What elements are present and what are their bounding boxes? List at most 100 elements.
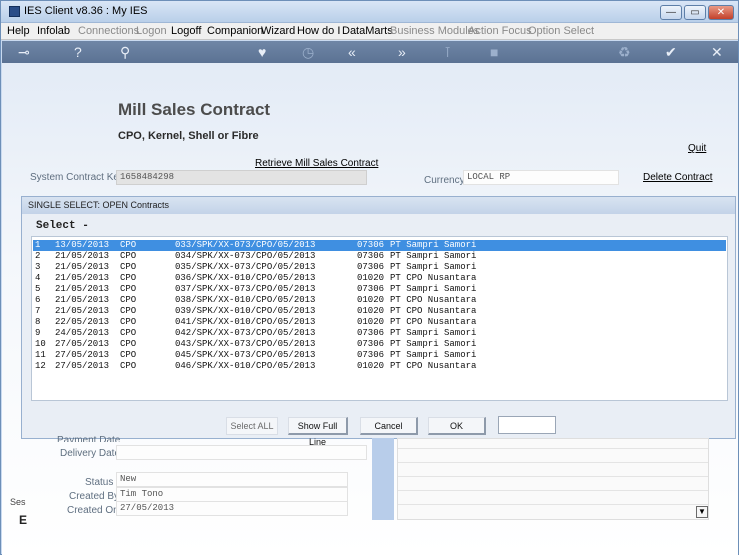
payment-date-label: Payment Date	[57, 435, 121, 442]
status-field: New	[116, 472, 348, 487]
menu-how-do-i[interactable]: How do I	[297, 25, 340, 37]
menu-business-modules[interactable]: Business Modules	[390, 25, 479, 37]
select-all-button[interactable]: Select ALL	[226, 417, 278, 435]
help-icon[interactable]: ?	[74, 43, 82, 61]
menu-logoff[interactable]: Logoff	[171, 25, 201, 37]
row-code: 01020	[357, 295, 385, 305]
row-type: CPO	[120, 262, 137, 272]
menu-wizard[interactable]: Wizard	[261, 25, 295, 37]
pin-icon[interactable]: ⊺	[444, 43, 451, 61]
retrieve-contract-link[interactable]: Retrieve Mill Sales Contract	[255, 158, 378, 169]
show-full-line-button[interactable]: Show Full Line	[288, 417, 348, 447]
row-code: 07306	[357, 328, 385, 338]
ok-button[interactable]: OK	[428, 417, 486, 435]
list-item[interactable]: 7 21/05/2013 CPO 039/SPK/XX-010/CPO/05/2…	[33, 306, 726, 317]
row-number: 9	[35, 328, 41, 338]
quit-link[interactable]: Quit	[688, 143, 706, 154]
row-party: PT CPO Nusantara	[390, 317, 477, 327]
row-code: 01020	[357, 273, 385, 283]
menu-logon[interactable]: Logon	[136, 25, 167, 37]
page-subtitle: CPO, Kernel, Shell or Fibre	[118, 130, 259, 142]
row-code: 07306	[357, 339, 385, 349]
row-type: CPO	[120, 317, 137, 327]
menu-datamarts[interactable]: DataMarts	[342, 25, 393, 37]
list-item[interactable]: 8 22/05/2013 CPO 041/SPK/XX-010/CPO/05/2…	[33, 317, 726, 328]
menu-connections[interactable]: Connections	[78, 25, 139, 37]
row-reference: 046/SPK/XX-010/CPO/05/2013	[175, 361, 316, 371]
delete-contract-link[interactable]: Delete Contract	[643, 172, 712, 183]
row-type: CPO	[120, 251, 137, 261]
status-label: Status	[85, 477, 114, 488]
row-date: 27/05/2013	[55, 339, 110, 349]
row-type: CPO	[120, 240, 137, 250]
list-item[interactable]: 2 21/05/2013 CPO 034/SPK/XX-073/CPO/05/2…	[33, 251, 726, 262]
list-item[interactable]: 10 27/05/2013 CPO 043/SPK/XX-073/CPO/05/…	[33, 339, 726, 350]
restore-button[interactable]: ▭	[684, 5, 706, 20]
list-item[interactable]: 5 21/05/2013 CPO 037/SPK/XX-073/CPO/05/2…	[33, 284, 726, 295]
check-icon[interactable]: ✔	[665, 43, 677, 61]
row-number: 5	[35, 284, 41, 294]
recycle-icon[interactable]: ♻	[618, 43, 631, 61]
dialog-header: SINGLE SELECT: OPEN Contracts	[22, 197, 735, 214]
list-item[interactable]: 6 21/05/2013 CPO 038/SPK/XX-010/CPO/05/2…	[33, 295, 726, 306]
list-item[interactable]: 1 13/05/2013 CPO 033/SPK/XX-073/CPO/05/2…	[33, 240, 726, 251]
row-type: CPO	[120, 284, 137, 294]
row-code: 01020	[357, 361, 385, 371]
list-item[interactable]: 12 27/05/2013 CPO 046/SPK/XX-010/CPO/05/…	[33, 361, 726, 372]
search-icon[interactable]: ⚲	[120, 43, 130, 61]
currency-field[interactable]: LOCAL RP	[463, 170, 619, 185]
minimize-button[interactable]: —	[660, 5, 682, 20]
delivery-date-field[interactable]	[116, 445, 367, 460]
stop-icon[interactable]: ■	[490, 43, 498, 61]
clock-icon[interactable]: ◷	[302, 43, 314, 61]
row-code: 01020	[357, 306, 385, 316]
row-number: 12	[35, 361, 46, 371]
row-date: 27/05/2013	[55, 361, 110, 371]
menu-option-select[interactable]: Option Select	[528, 25, 594, 37]
row-code: 07306	[357, 262, 385, 272]
contracts-list[interactable]: 1 13/05/2013 CPO 033/SPK/XX-073/CPO/05/2…	[31, 236, 728, 401]
menu-help[interactable]: Help	[7, 25, 30, 37]
row-date: 27/05/2013	[55, 350, 110, 360]
detail-grid[interactable]	[397, 438, 709, 520]
title-bar: IES Client v8.36 : My IES — ▭ ✕	[1, 1, 738, 23]
side-panel	[372, 438, 394, 520]
row-date: 21/05/2013	[55, 284, 110, 294]
grid-line	[398, 476, 708, 477]
heart-icon[interactable]: ♥	[258, 43, 266, 61]
system-contract-key-field[interactable]: 1658484298	[116, 170, 367, 185]
row-reference: 037/SPK/XX-073/CPO/05/2013	[175, 284, 316, 294]
menu-infolab[interactable]: Infolab	[37, 25, 70, 37]
row-date: 24/05/2013	[55, 328, 110, 338]
row-party: PT Sampri Samori	[390, 350, 477, 360]
list-item[interactable]: 4 21/05/2013 CPO 036/SPK/XX-010/CPO/05/2…	[33, 273, 726, 284]
row-date: 13/05/2013	[55, 240, 110, 250]
close-button[interactable]: ✕	[708, 5, 734, 20]
row-date: 21/05/2013	[55, 262, 110, 272]
blank-input-box[interactable]	[498, 416, 556, 434]
menu-bar: Help Infolab Connections Logon Logoff Co…	[1, 23, 738, 40]
row-type: CPO	[120, 306, 137, 316]
list-item[interactable]: 3 21/05/2013 CPO 035/SPK/XX-073/CPO/05/2…	[33, 262, 726, 273]
row-type: CPO	[120, 339, 137, 349]
row-date: 21/05/2013	[55, 295, 110, 305]
menu-companion[interactable]: Companion	[207, 25, 263, 37]
row-reference: 036/SPK/XX-010/CPO/05/2013	[175, 273, 316, 283]
list-item[interactable]: 9 24/05/2013 CPO 042/SPK/XX-073/CPO/05/2…	[33, 328, 726, 339]
row-reference: 035/SPK/XX-073/CPO/05/2013	[175, 262, 316, 272]
list-item[interactable]: 11 27/05/2013 CPO 045/SPK/XX-073/CPO/05/…	[33, 350, 726, 361]
back-icon[interactable]: «	[348, 43, 356, 61]
menu-action-focus[interactable]: Action Focus	[468, 25, 532, 37]
row-reference: 039/SPK/XX-010/CPO/05/2013	[175, 306, 316, 316]
cancel-button[interactable]: Cancel	[360, 417, 418, 435]
close-icon[interactable]: ✕	[711, 43, 723, 61]
forward-icon[interactable]: »	[398, 43, 406, 61]
row-party: PT Sampri Samori	[390, 328, 477, 338]
toolbar: ⊸ ? ⚲ ♥ ◷ « » ⊺ ■ ♻ ✔ ✕	[2, 41, 738, 63]
created-on-field: 27/05/2013	[116, 501, 348, 516]
key-icon[interactable]: ⊸	[18, 43, 30, 61]
row-party: PT Sampri Samori	[390, 262, 477, 272]
row-party: PT Sampri Samori	[390, 240, 477, 250]
row-party: PT Sampri Samori	[390, 284, 477, 294]
dropdown-arrow-icon[interactable]: ▼	[696, 506, 708, 518]
